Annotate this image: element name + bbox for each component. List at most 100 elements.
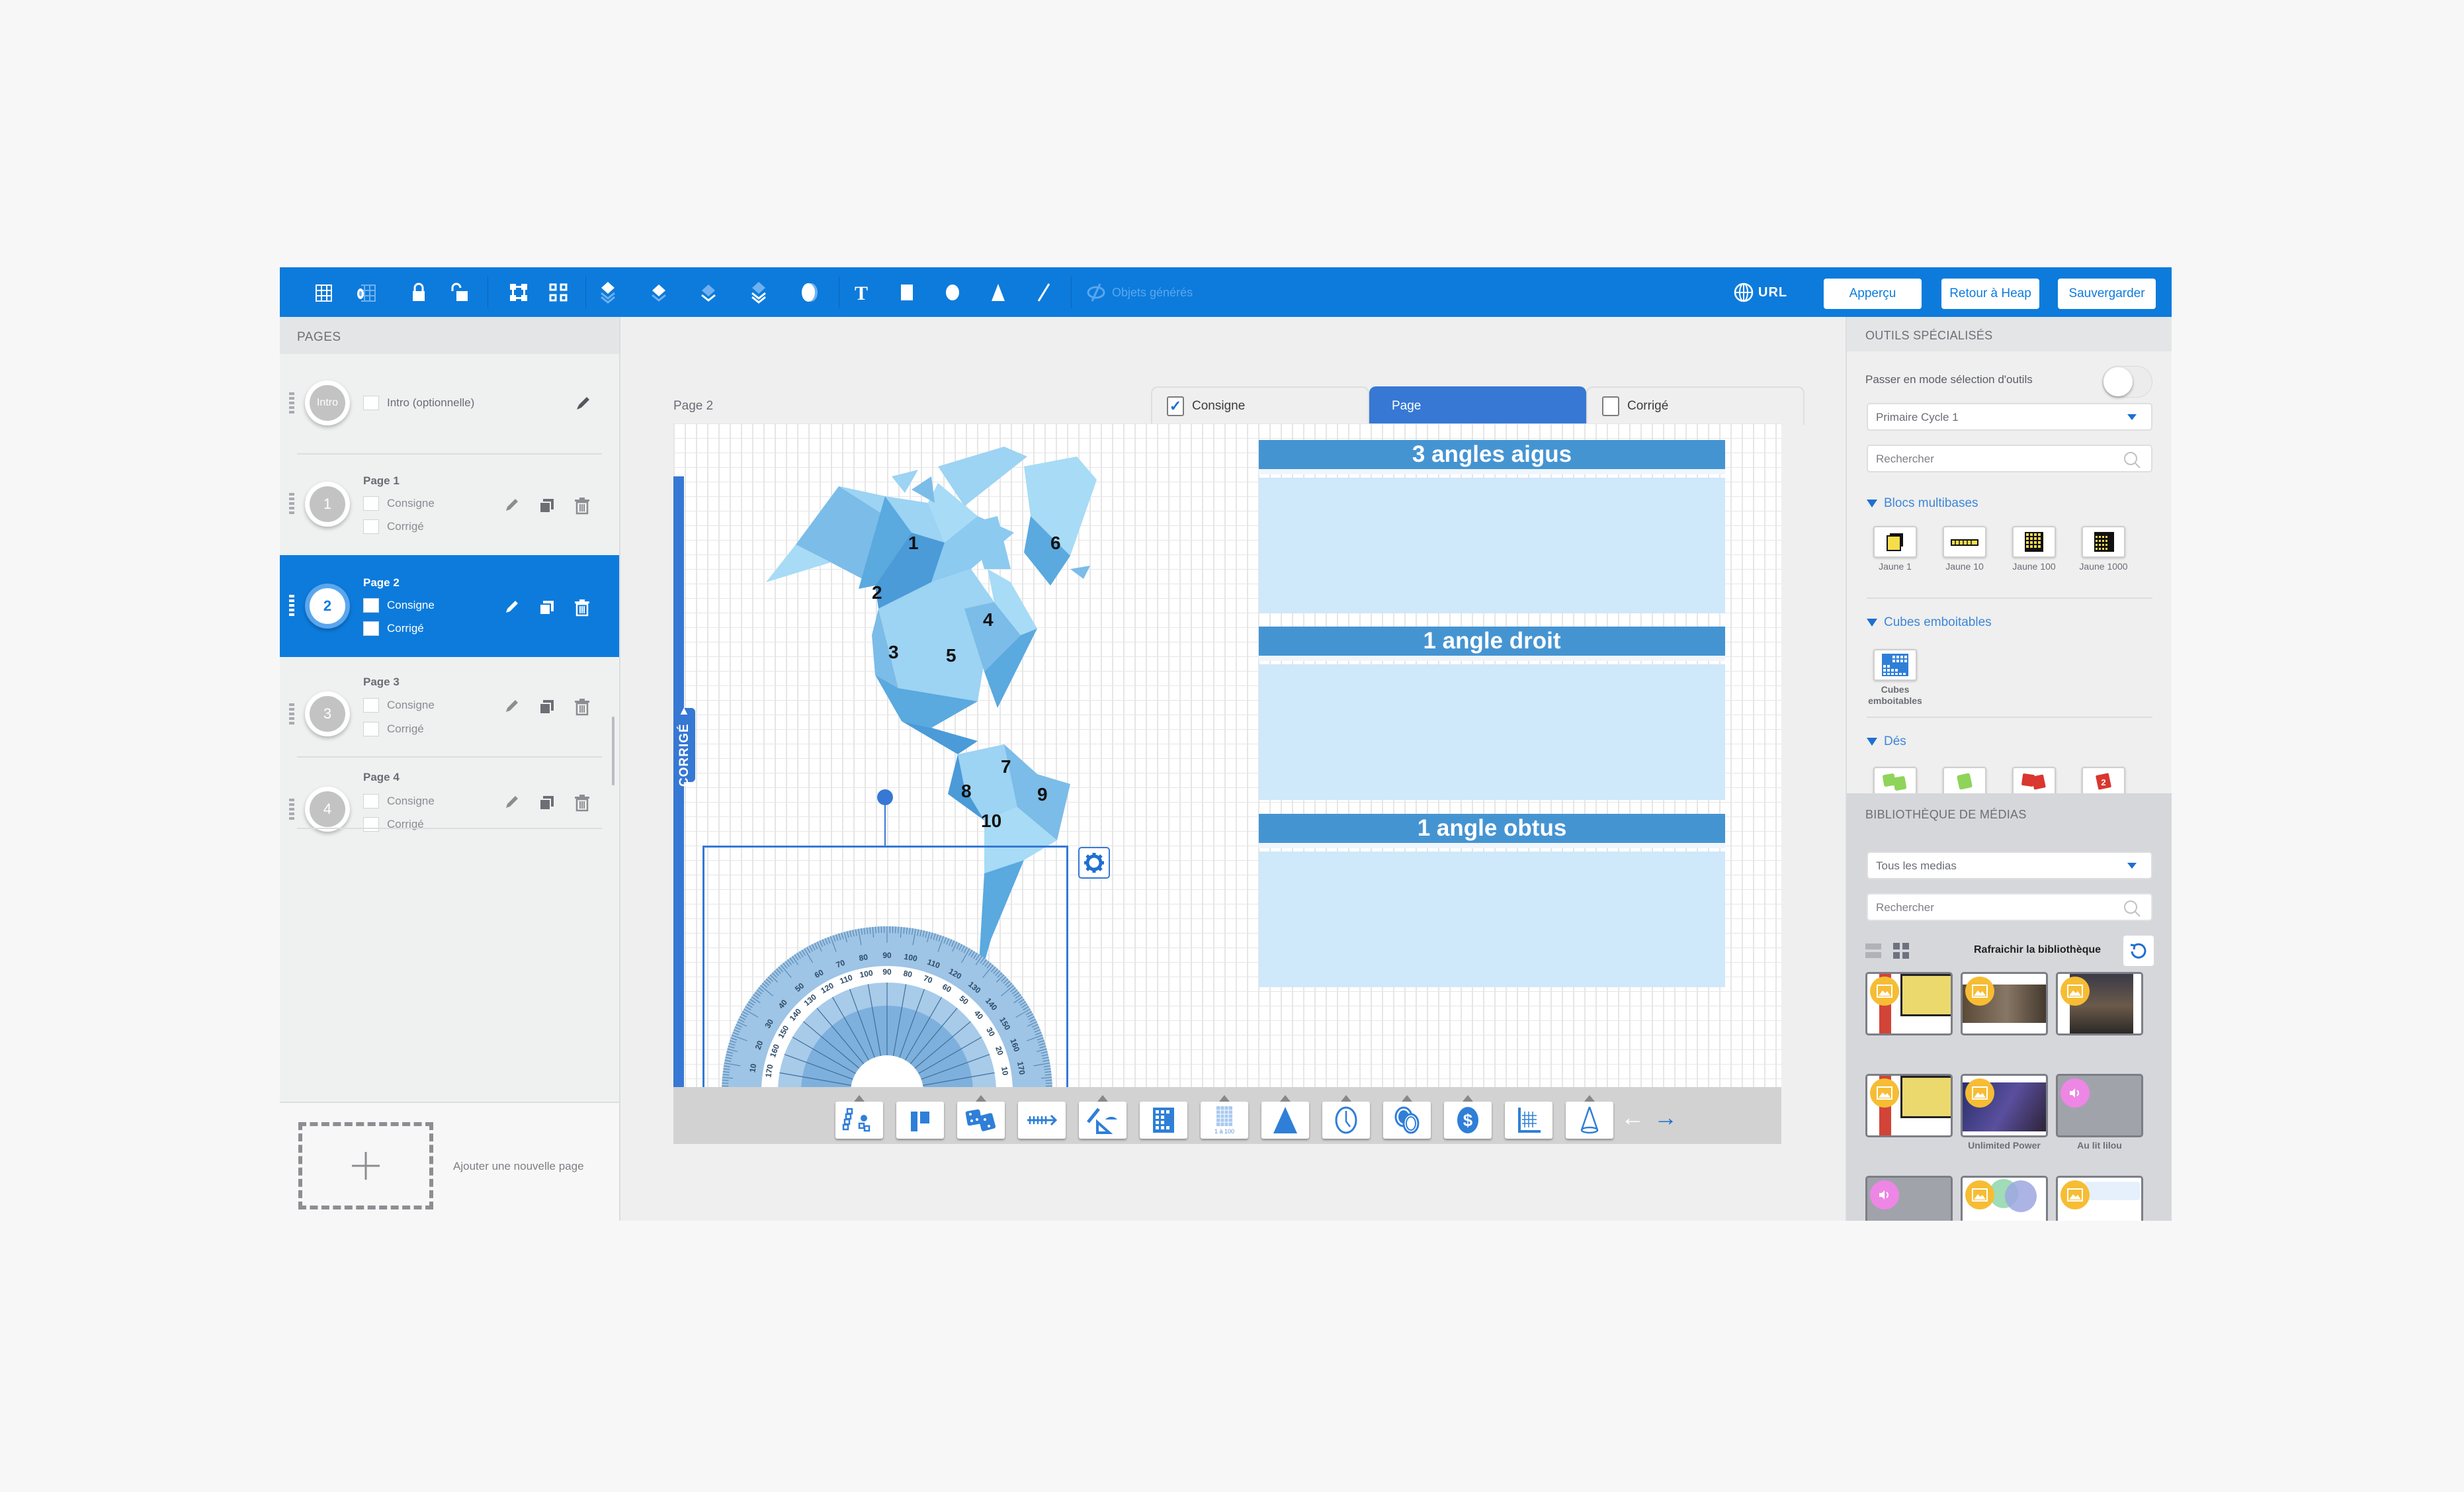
drag-handle-icon[interactable] bbox=[289, 595, 294, 616]
rotate-handle[interactable] bbox=[877, 789, 893, 805]
corrige-checkbox[interactable] bbox=[363, 621, 379, 636]
media-item[interactable] bbox=[1865, 1176, 1953, 1221]
edit-icon[interactable] bbox=[501, 793, 521, 812]
section-multibase-blocks[interactable]: Blocs multibases bbox=[1867, 496, 1978, 511]
delete-icon[interactable] bbox=[572, 597, 592, 617]
delete-icon[interactable] bbox=[572, 793, 592, 812]
generated-objects-toggle[interactable]: Objets générés bbox=[1085, 282, 1193, 303]
category-right[interactable]: 1 angle droit bbox=[1259, 627, 1725, 800]
corrige-tab-checkbox[interactable] bbox=[1602, 396, 1619, 416]
tab-corrige[interactable]: Corrigé bbox=[1586, 386, 1805, 425]
rectangle-icon[interactable] bbox=[893, 279, 921, 306]
send-backward-icon[interactable] bbox=[695, 279, 722, 306]
lock-icon[interactable] bbox=[405, 279, 433, 306]
section-dice[interactable]: Dés bbox=[1867, 734, 1906, 749]
category-obtuse[interactable]: 1 angle obtus bbox=[1259, 814, 1725, 987]
grid-hide-icon[interactable] bbox=[353, 279, 380, 306]
tools-search-input[interactable]: Rechercher bbox=[1867, 445, 2152, 472]
list-view-icon[interactable] bbox=[1865, 942, 1883, 959]
clock-tool[interactable] bbox=[1322, 1095, 1370, 1139]
media-search-input[interactable]: Rechercher bbox=[1867, 893, 2152, 921]
duplicate-icon[interactable] bbox=[536, 597, 556, 617]
page-canvas[interactable]: CORRIGÉ ▾ 1 2 3 4 5 6 7 8 9 10 10 170 20… bbox=[673, 423, 1781, 1087]
settings-button[interactable] bbox=[1078, 847, 1110, 879]
category-drop-zone[interactable] bbox=[1259, 852, 1725, 987]
intro-page-row[interactable]: Intro Intro (optionnelle) bbox=[280, 354, 619, 453]
jaune-10-tool[interactable] bbox=[1943, 526, 1986, 558]
category-acute[interactable]: 3 angles aigus bbox=[1259, 440, 1725, 613]
duplicate-icon[interactable] bbox=[536, 697, 556, 717]
ungroup-icon[interactable] bbox=[544, 279, 572, 306]
pages-scrollbar[interactable] bbox=[612, 717, 615, 785]
tab-consigne[interactable]: ✓ Consigne bbox=[1151, 386, 1369, 425]
multibase-blocks-tool[interactable] bbox=[835, 1095, 883, 1139]
page-row-1[interactable]: 1 Page 1 Consigne Corrigé bbox=[280, 455, 619, 555]
grid-snap-icon[interactable] bbox=[310, 279, 337, 306]
consigne-checkbox[interactable] bbox=[363, 598, 379, 613]
media-item[interactable] bbox=[2056, 972, 2143, 1035]
drag-handle-icon[interactable] bbox=[289, 493, 294, 514]
url-button[interactable]: URL bbox=[1733, 281, 1787, 304]
category-drop-zone[interactable] bbox=[1259, 478, 1725, 613]
group-icon[interactable] bbox=[505, 279, 532, 306]
cubes-emboitables-tool[interactable] bbox=[1873, 649, 1917, 681]
intro-checkbox[interactable] bbox=[363, 396, 379, 410]
level-select[interactable]: Primaire Cycle 1 bbox=[1867, 403, 2152, 431]
media-item[interactable] bbox=[2056, 1176, 2143, 1221]
preview-button[interactable]: Apperçu bbox=[1824, 279, 1922, 309]
tool-selection-mode-toggle[interactable] bbox=[2102, 366, 2152, 398]
edit-icon[interactable] bbox=[501, 597, 521, 617]
media-item[interactable] bbox=[1961, 1176, 2048, 1221]
jaune-100-tool[interactable] bbox=[2012, 526, 2056, 558]
interlocking-cubes-tool[interactable] bbox=[896, 1102, 944, 1139]
corrige-checkbox[interactable] bbox=[363, 817, 379, 832]
add-page-button[interactable] bbox=[298, 1122, 433, 1209]
send-to-back-icon[interactable] bbox=[745, 279, 773, 306]
dice-tool[interactable] bbox=[957, 1095, 1005, 1139]
bring-to-front-icon[interactable] bbox=[594, 279, 622, 306]
selection-box[interactable] bbox=[702, 846, 1068, 1087]
media-item[interactable] bbox=[1961, 972, 2048, 1035]
page-row-3[interactable]: 3 Page 3 Consigne Corrigé bbox=[280, 657, 619, 756]
media-filter-select[interactable]: Tous les medias bbox=[1867, 852, 2152, 879]
jaune-1000-tool[interactable] bbox=[2082, 526, 2125, 558]
triangle-shape-tool[interactable] bbox=[1261, 1095, 1309, 1139]
drag-handle-icon[interactable] bbox=[289, 392, 294, 414]
grid-view-icon[interactable] bbox=[1893, 942, 1910, 959]
delete-icon[interactable] bbox=[572, 697, 592, 717]
section-interlocking-cubes[interactable]: Cubes emboitables bbox=[1867, 615, 1992, 630]
back-to-heap-button[interactable]: Retour à Heap bbox=[1941, 279, 2039, 309]
corrige-checkbox[interactable] bbox=[363, 722, 379, 736]
number-line-tool[interactable] bbox=[1018, 1102, 1066, 1139]
consigne-checkbox[interactable] bbox=[363, 698, 379, 713]
save-button[interactable]: Sauvergarder bbox=[2058, 279, 2156, 309]
bring-forward-icon[interactable] bbox=[645, 279, 673, 306]
edit-icon[interactable] bbox=[501, 496, 521, 515]
category-drop-zone[interactable] bbox=[1259, 664, 1725, 800]
delete-icon[interactable] bbox=[572, 496, 592, 515]
line-icon[interactable] bbox=[1030, 279, 1058, 306]
cone-tool[interactable] bbox=[1566, 1095, 1613, 1139]
consigne-checkbox[interactable] bbox=[363, 496, 379, 511]
triangle-icon[interactable] bbox=[984, 279, 1012, 306]
grid-1-to-100-tool[interactable]: 1 à 100 bbox=[1201, 1095, 1248, 1139]
geometry-tools[interactable] bbox=[1079, 1095, 1126, 1139]
media-item[interactable] bbox=[1961, 1074, 2048, 1137]
unlock-icon[interactable] bbox=[445, 279, 473, 306]
corrige-dropdown-tab[interactable]: CORRIGÉ ▾ bbox=[673, 704, 695, 786]
corrige-checkbox[interactable] bbox=[363, 519, 379, 534]
refresh-library-button[interactable] bbox=[2123, 936, 2154, 966]
media-item[interactable] bbox=[1865, 1074, 1953, 1137]
jaune-1-tool[interactable] bbox=[1873, 526, 1917, 558]
coins-tool[interactable] bbox=[1383, 1095, 1431, 1139]
edit-icon[interactable] bbox=[573, 394, 593, 414]
money-tool[interactable]: $ bbox=[1444, 1095, 1492, 1139]
scroll-right-arrow-icon[interactable]: → bbox=[1654, 1104, 1678, 1131]
mask-icon[interactable] bbox=[796, 279, 824, 306]
edit-icon[interactable] bbox=[501, 697, 521, 717]
scroll-left-arrow-icon[interactable]: ← bbox=[1621, 1104, 1644, 1131]
page-row-2[interactable]: 2 Page 2 Consigne Corrigé bbox=[280, 555, 619, 657]
drag-handle-icon[interactable] bbox=[289, 703, 294, 724]
media-item[interactable] bbox=[2056, 1074, 2143, 1137]
graph-tool[interactable] bbox=[1505, 1102, 1552, 1139]
